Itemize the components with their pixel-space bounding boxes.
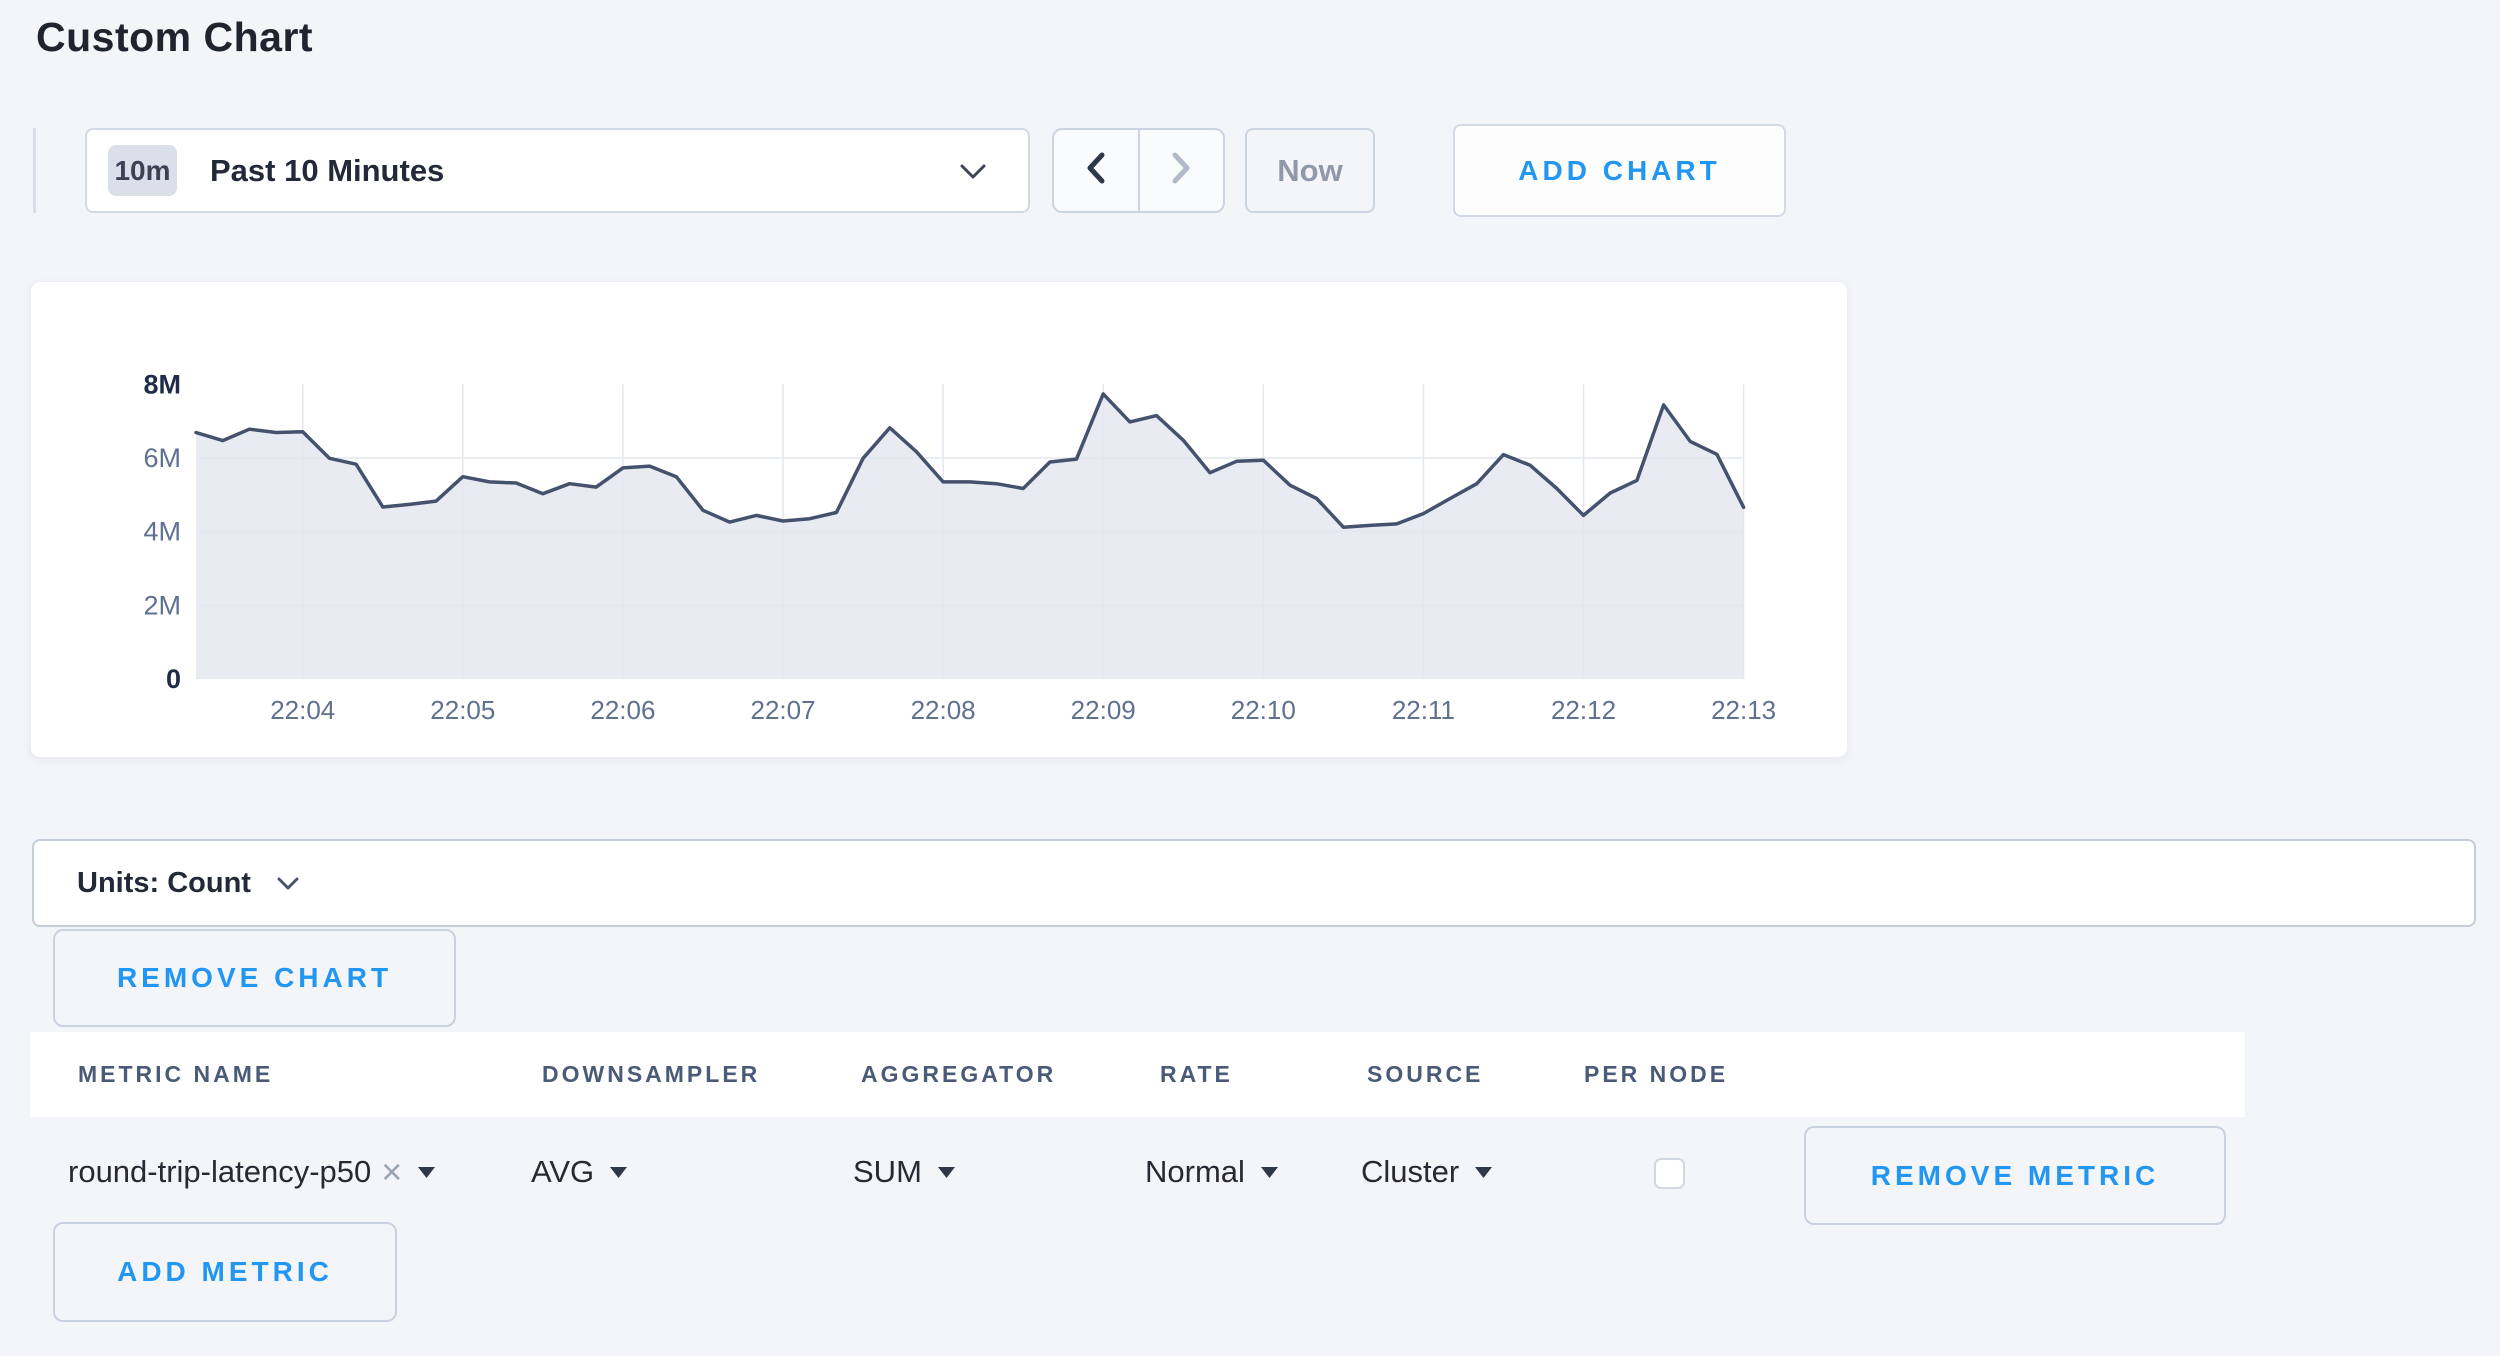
- remove-chart-button[interactable]: REMOVE CHART: [53, 929, 456, 1027]
- x-axis-tick-label: 22:06: [590, 695, 655, 725]
- caret-down-icon: [1475, 1165, 1492, 1183]
- x-axis-tick-label: 22:10: [1231, 695, 1296, 725]
- units-select-label: Units: Count: [77, 867, 251, 900]
- column-header-per-node: PER NODE: [1584, 1032, 1728, 1117]
- downsampler-value: AVG: [531, 1154, 594, 1190]
- rate-select[interactable]: Normal: [1145, 1146, 1278, 1198]
- units-bar: Units: Count: [32, 839, 2476, 927]
- time-range-label: Past 10 Minutes: [210, 153, 444, 189]
- series-area: [196, 394, 1744, 679]
- aggregator-select[interactable]: SUM: [853, 1146, 955, 1198]
- y-axis-tick-label: 4M: [143, 517, 181, 547]
- x-axis-tick-label: 22:05: [430, 695, 495, 725]
- y-axis-tick-label: 8M: [143, 369, 181, 399]
- metric-name-value: round-trip-latency-p50: [68, 1154, 371, 1190]
- chevron-right-icon: [1168, 150, 1194, 191]
- custom-chart-page: Custom Chart 10m Past 10 Minutes Now ADD…: [0, 0, 2500, 1356]
- page-title: Custom Chart: [36, 14, 313, 61]
- y-axis-tick-label: 6M: [143, 443, 181, 473]
- add-chart-button[interactable]: ADD CHART: [1453, 124, 1786, 217]
- add-metric-button[interactable]: ADD METRIC: [53, 1222, 397, 1322]
- metric-table-header-band: [30, 1032, 2245, 1117]
- chart-card: 0 2M 4M 6M 8M 22:04 22:05 22:06 22:07 22:08 22:09 2…: [30, 281, 1848, 758]
- prev-interval-button[interactable]: [1054, 130, 1140, 211]
- column-header-downsampler: DOWNSAMPLER: [542, 1032, 760, 1117]
- now-button[interactable]: Now: [1245, 128, 1375, 213]
- column-header-rate: RATE: [1160, 1032, 1233, 1117]
- per-node-checkbox[interactable]: [1654, 1158, 1685, 1189]
- column-header-source: SOURCE: [1367, 1032, 1483, 1117]
- x-axis-tick-label: 22:11: [1392, 695, 1455, 725]
- remove-metric-button[interactable]: REMOVE METRIC: [1804, 1126, 2226, 1225]
- time-pager: [1052, 128, 1225, 213]
- caret-down-icon: [610, 1165, 627, 1183]
- source-value: Cluster: [1361, 1154, 1459, 1190]
- x-axis-tick-label: 22:13: [1711, 695, 1776, 725]
- aggregator-value: SUM: [853, 1154, 922, 1190]
- source-select[interactable]: Cluster: [1361, 1146, 1492, 1198]
- next-interval-button[interactable]: [1140, 130, 1224, 211]
- x-axis-tick-label: 22:07: [750, 695, 815, 725]
- caret-down-icon: [1261, 1165, 1278, 1183]
- y-axis-tick-label: 2M: [143, 590, 181, 620]
- metric-name-select[interactable]: round-trip-latency-p50 ×: [68, 1146, 435, 1198]
- toolbar-left-divider: [33, 128, 36, 213]
- y-axis-tick-label: 0: [166, 664, 181, 694]
- caret-down-icon: [938, 1165, 955, 1183]
- chevron-left-icon: [1083, 150, 1109, 191]
- downsampler-select[interactable]: AVG: [531, 1146, 627, 1198]
- rate-value: Normal: [1145, 1154, 1245, 1190]
- column-header-metric-name: METRIC NAME: [78, 1032, 273, 1117]
- chevron-down-icon: [958, 162, 988, 187]
- column-header-aggregator: AGGREGATOR: [861, 1032, 1056, 1117]
- time-range-badge: 10m: [108, 145, 177, 196]
- x-axis-tick-label: 22:09: [1071, 695, 1136, 725]
- custom-chart-plot: 0 2M 4M 6M 8M 22:04 22:05 22:06 22:07 22:08 22:09 2…: [31, 282, 1849, 759]
- x-axis-tick-label: 22:04: [270, 695, 335, 725]
- caret-down-icon: [418, 1165, 435, 1183]
- chevron-down-icon: [276, 876, 300, 897]
- clear-metric-icon[interactable]: ×: [381, 1154, 402, 1190]
- x-axis-tick-label: 22:08: [911, 695, 976, 725]
- units-select[interactable]: Units: Count: [77, 867, 300, 900]
- x-axis-tick-label: 22:12: [1551, 695, 1616, 725]
- time-range-select[interactable]: 10m Past 10 Minutes: [85, 128, 1030, 213]
